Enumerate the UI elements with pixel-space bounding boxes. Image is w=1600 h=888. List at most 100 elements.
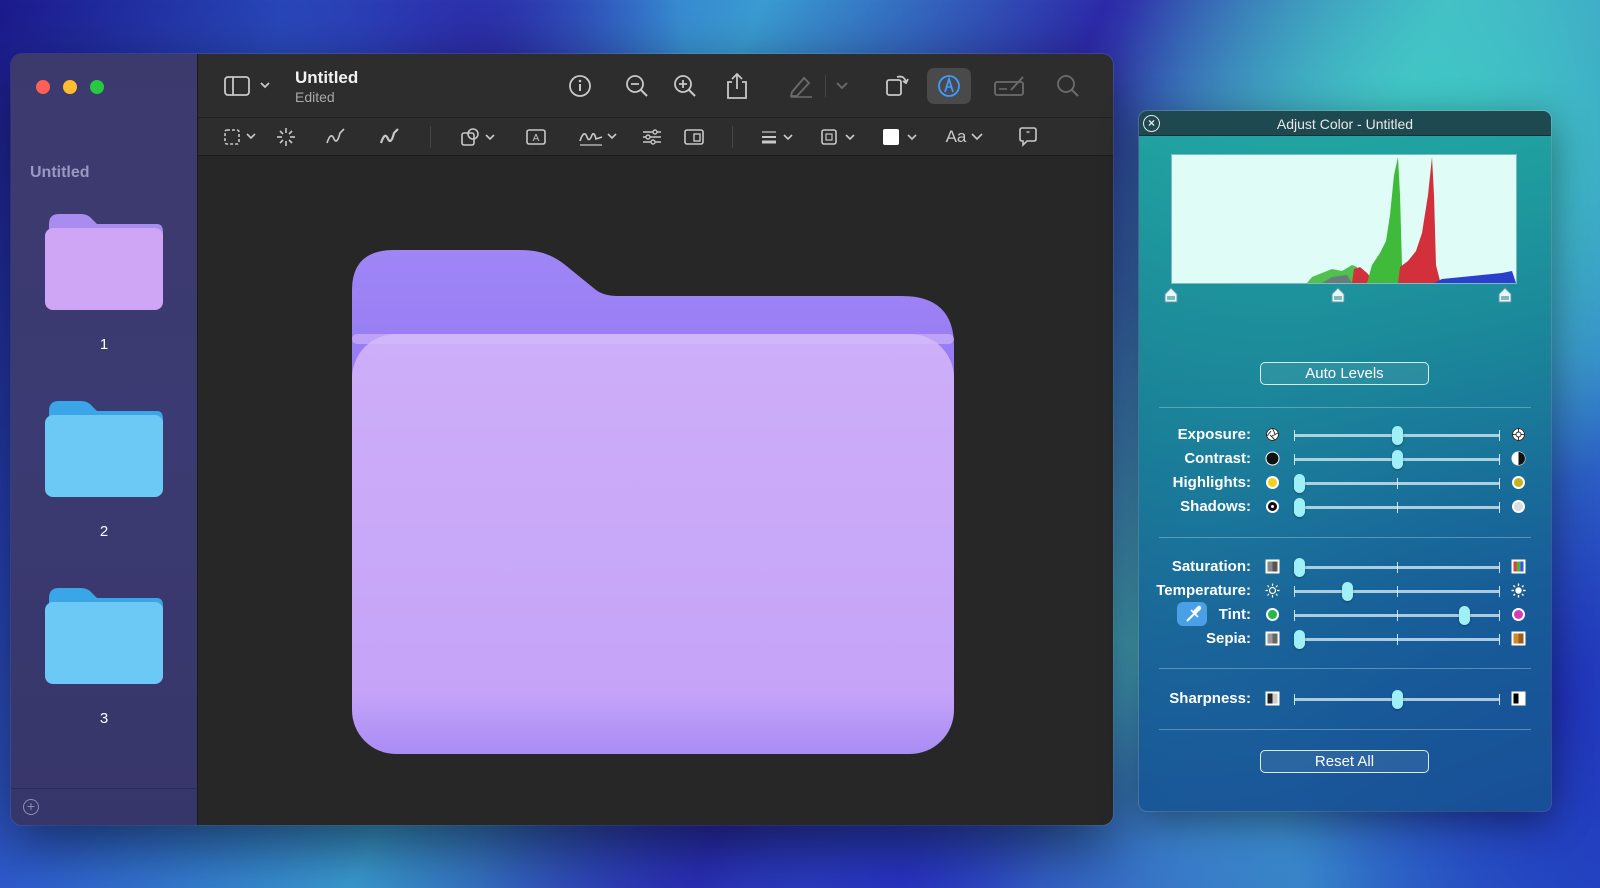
shadows-label: Shadows:	[1180, 498, 1251, 515]
shadows-low-icon	[1266, 500, 1279, 513]
text-box-icon[interactable]: A	[525, 127, 547, 147]
page-thumbnail-2[interactable]: 2	[43, 399, 165, 540]
zoom-window-button[interactable]	[90, 80, 104, 94]
eyedropper-icon	[1186, 605, 1202, 622]
slider-knob[interactable]	[1391, 450, 1403, 469]
markup-icon[interactable]	[927, 68, 971, 104]
contrast-low-icon	[1265, 451, 1280, 466]
folder-thumbnail-icon	[45, 214, 163, 310]
toolbar-divider	[430, 126, 431, 148]
saturation-slider[interactable]	[1293, 558, 1500, 577]
slider-knob[interactable]	[1293, 498, 1305, 517]
info-icon[interactable]	[568, 74, 592, 98]
page-layout-icon[interactable]	[683, 127, 705, 147]
page-thumbnail-1[interactable]: 1	[43, 212, 165, 353]
close-window-button[interactable]	[36, 80, 50, 94]
instant-alpha-icon[interactable]	[276, 127, 296, 147]
saturation-label: Saturation:	[1171, 558, 1251, 575]
rectangular-selection-icon[interactable]	[223, 128, 259, 146]
page-thumbnail-label: 2	[99, 523, 109, 540]
panel-titlebar: × Adjust Color - Untitled	[1139, 111, 1551, 136]
slider-knob[interactable]	[1391, 690, 1403, 709]
shadows-row: Shadows:	[1139, 495, 1551, 519]
sepia-row: Sepia:	[1139, 627, 1551, 651]
temperature-label: Temperature:	[1156, 582, 1251, 599]
thumbnail-sidebar: Untitled 1 2 3 +	[11, 54, 198, 825]
adjust-color-icon[interactable]	[641, 127, 663, 147]
sidebar-title: Untitled	[30, 164, 90, 181]
document-canvas	[198, 156, 1113, 825]
shapes-icon[interactable]	[460, 127, 496, 147]
form-fill-icon[interactable]	[993, 74, 1027, 98]
toolbar: Untitled Edited A Aa "	[198, 54, 1113, 156]
tint-label: Tint:	[1218, 606, 1251, 623]
exposure-slider[interactable]	[1294, 426, 1500, 445]
contrast-row: Contrast:	[1139, 447, 1551, 471]
search-icon[interactable]	[1056, 74, 1080, 98]
sharpness-label: Sharpness:	[1169, 690, 1251, 707]
zoom-in-icon[interactable]	[673, 74, 697, 98]
add-page-icon[interactable]: +	[23, 799, 39, 815]
slider-knob[interactable]	[1459, 606, 1471, 625]
border-color-icon[interactable]	[820, 127, 860, 147]
histogram-graph	[1307, 157, 1516, 283]
fill-color-icon[interactable]	[882, 127, 922, 147]
cool-sun-icon	[1265, 583, 1280, 598]
levels-histogram	[1171, 154, 1517, 284]
sepia-high-icon	[1511, 631, 1526, 646]
markup-toolbar: A Aa "	[198, 117, 1113, 156]
shadows-slider[interactable]	[1293, 498, 1500, 517]
tint-row: Tint:	[1139, 602, 1551, 627]
text-style-button[interactable]: Aa	[944, 126, 986, 148]
page-thumbnail-3[interactable]: 3	[43, 586, 165, 727]
panel-title: Adjust Color - Untitled	[1276, 116, 1414, 132]
document-status: Edited	[295, 89, 335, 105]
chevron-down-icon[interactable]	[835, 80, 849, 92]
exposure-row: Exposure:	[1139, 423, 1551, 447]
minimize-window-button[interactable]	[63, 80, 77, 94]
document-title: Untitled	[295, 68, 359, 87]
toolbar-divider	[732, 126, 733, 148]
draw-icon[interactable]	[379, 127, 401, 147]
slider-knob[interactable]	[1293, 474, 1305, 493]
auto-levels-button[interactable]: Auto Levels	[1260, 362, 1429, 385]
black-point-handle[interactable]	[1164, 287, 1178, 303]
svg-text:": "	[1026, 130, 1030, 139]
highlights-slider[interactable]	[1293, 474, 1500, 493]
slider-knob[interactable]	[1293, 630, 1305, 649]
folder-thumbnail-icon	[45, 588, 163, 684]
adjust-color-panel: × Adjust Color - Untitled Auto Levels Ex…	[1139, 111, 1551, 811]
green-tint-icon	[1266, 608, 1279, 621]
sharpness-slider[interactable]	[1294, 690, 1500, 709]
page-thumbnail-label: 3	[99, 710, 109, 727]
saturation-row: Saturation:	[1139, 555, 1551, 579]
slider-knob[interactable]	[1342, 582, 1354, 601]
rotate-icon[interactable]	[884, 72, 910, 98]
slider-knob[interactable]	[1391, 426, 1403, 445]
signature-icon[interactable]	[578, 127, 618, 147]
sharpness-low-icon	[1265, 691, 1280, 706]
contrast-high-icon	[1511, 451, 1526, 466]
highlight-pen-icon[interactable]	[788, 74, 814, 98]
slider-knob[interactable]	[1293, 558, 1305, 577]
contrast-slider[interactable]	[1294, 450, 1500, 469]
tint-slider[interactable]	[1294, 606, 1500, 625]
contrast-label: Contrast:	[1184, 450, 1251, 467]
sidebar-toggle-icon[interactable]	[223, 75, 273, 97]
sepia-slider[interactable]	[1293, 630, 1500, 649]
reset-all-button[interactable]: Reset All	[1260, 750, 1429, 773]
white-point-handle[interactable]	[1498, 287, 1512, 303]
temperature-slider[interactable]	[1294, 582, 1500, 601]
midtone-point-handle[interactable]	[1331, 287, 1345, 303]
shadows-high-icon	[1512, 500, 1525, 513]
saturation-low-icon	[1265, 559, 1280, 574]
eyedropper-button[interactable]	[1177, 602, 1207, 626]
line-style-icon[interactable]	[760, 127, 796, 147]
share-icon[interactable]	[725, 72, 749, 100]
highlights-high-icon	[1512, 476, 1525, 489]
speech-bubble-icon[interactable]: "	[1017, 126, 1039, 148]
aperture-large-icon	[1512, 428, 1525, 441]
highlights-low-icon	[1266, 476, 1279, 489]
sketch-icon[interactable]	[325, 127, 347, 147]
zoom-out-icon[interactable]	[625, 74, 649, 98]
